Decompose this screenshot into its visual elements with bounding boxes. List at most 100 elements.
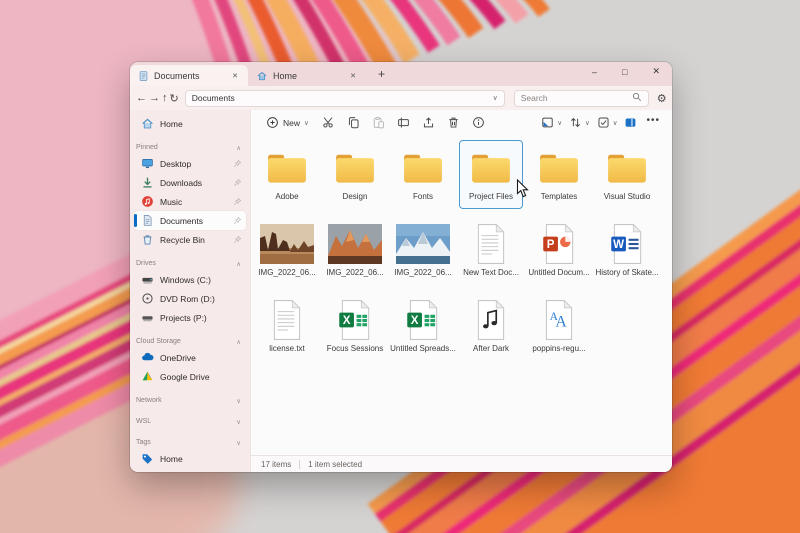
- folder-visual-studio[interactable]: Visual Studio: [595, 140, 659, 209]
- refresh-button[interactable]: ↻: [170, 92, 179, 105]
- document-icon: [141, 214, 154, 227]
- address-text: Documents: [191, 93, 235, 103]
- maximize-button[interactable]: □: [618, 65, 631, 79]
- drive-icon: [141, 311, 154, 324]
- folder-project-files[interactable]: Project Files: [459, 140, 523, 209]
- sidebar-section-pinned[interactable]: Pinned ∧: [134, 141, 246, 154]
- file-img-2022-06[interactable]: IMG_2022_06...: [255, 216, 319, 285]
- folder-templates[interactable]: Templates: [527, 140, 591, 209]
- sidebar-item-onedrive[interactable]: OneDrive: [134, 348, 246, 367]
- tab-documents[interactable]: Documents ✕: [130, 65, 248, 86]
- file-label: Untitled Docum...: [528, 268, 590, 277]
- sidebar-item-downloads[interactable]: Downloads: [134, 173, 246, 192]
- chevron-up-icon[interactable]: ∧: [236, 260, 241, 268]
- sidebar-section-wsl[interactable]: WSL ∨: [134, 415, 246, 428]
- file-img-2022-06[interactable]: IMG_2022_06...: [323, 216, 387, 285]
- sidebar-item-label: Google Drive: [160, 371, 210, 382]
- pin-icon[interactable]: [233, 216, 242, 225]
- svg-text:P: P: [547, 239, 555, 251]
- sidebar-item-projects-p[interactable]: Projects (P:): [134, 308, 246, 327]
- sort-icon: [569, 116, 582, 129]
- sidebar-section-network[interactable]: Network ∨: [134, 394, 246, 407]
- sort-button[interactable]: ∨: [569, 116, 590, 129]
- file-img-2022-06[interactable]: IMG_2022_06...: [391, 216, 455, 285]
- delete-button[interactable]: [443, 113, 464, 132]
- search-box[interactable]: [513, 89, 649, 107]
- search-icon: [632, 89, 642, 107]
- sidebar-item-recycle-bin[interactable]: Recycle Bin: [134, 230, 246, 249]
- chevron-down-icon[interactable]: ∨: [236, 439, 241, 447]
- sidebar-item-label: Music: [160, 196, 183, 207]
- close-tab-icon[interactable]: ✕: [346, 70, 360, 82]
- chevron-down-icon[interactable]: ∨: [493, 94, 498, 102]
- desktop: Documents ✕ Home ✕ + – □ ✕ ← → ↑ ↻ Docum…: [0, 0, 800, 533]
- pin-icon[interactable]: [233, 235, 242, 244]
- new-tab-button[interactable]: +: [370, 67, 393, 81]
- minimize-button[interactable]: –: [588, 65, 601, 79]
- chevron-down-icon[interactable]: ∨: [236, 418, 241, 426]
- file-poppins-regu[interactable]: A Apoppins-regu...: [527, 292, 591, 361]
- folder-icon: [470, 144, 512, 191]
- details-pane-button[interactable]: [624, 116, 637, 129]
- rename-button[interactable]: [393, 113, 414, 132]
- sidebar-item-windows-c[interactable]: Windows (C:): [134, 270, 246, 289]
- share-button[interactable]: [418, 113, 439, 132]
- pin-icon[interactable]: [233, 178, 242, 187]
- folder-fonts[interactable]: Fonts: [391, 140, 455, 209]
- address-bar[interactable]: Documents ∨: [184, 89, 505, 107]
- chevron-down-icon[interactable]: ∨: [236, 397, 241, 405]
- folder-adobe[interactable]: Adobe: [255, 140, 319, 209]
- file-license-txt[interactable]: license.txt: [255, 292, 319, 361]
- sidebar-section-drives[interactable]: Drives ∧: [134, 257, 246, 270]
- pin-icon[interactable]: [233, 197, 242, 206]
- sidebar-item-dvd-rom-d[interactable]: DVD Rom (D:): [134, 289, 246, 308]
- textdoc-icon: [271, 296, 303, 343]
- file-history-of-skate[interactable]: W History of Skate...: [595, 216, 659, 285]
- tab-home[interactable]: Home ✕: [248, 65, 366, 86]
- home-tab-icon: [256, 70, 268, 82]
- info-icon: [472, 116, 485, 129]
- sidebar-item-label: Documents: [160, 215, 203, 226]
- pin-icon[interactable]: [233, 159, 242, 168]
- sidebar-item-home[interactable]: Home: [134, 449, 246, 468]
- status-bar: 17 items 1 item selected: [251, 455, 672, 472]
- more-options-button[interactable]: •••: [644, 115, 662, 131]
- new-button[interactable]: New ∨: [261, 114, 314, 131]
- photo-desert-icon: [260, 220, 314, 267]
- powerpoint-icon: P: [542, 220, 576, 267]
- forward-button[interactable]: →: [149, 92, 160, 104]
- copy-button[interactable]: [343, 113, 364, 132]
- chevron-down-icon: ∨: [612, 119, 618, 127]
- sidebar-section-label: Network: [136, 397, 162, 404]
- sidebar-section-cloud-storage[interactable]: Cloud Storage ∧: [134, 335, 246, 348]
- sidebar-item-music[interactable]: Music: [134, 192, 246, 211]
- sidebar-item-desktop[interactable]: Desktop: [134, 154, 246, 173]
- chevron-up-icon[interactable]: ∧: [236, 144, 241, 152]
- file-after-dark[interactable]: After Dark: [459, 292, 523, 361]
- sidebar-item-home[interactable]: Home: [134, 114, 246, 133]
- share-icon: [422, 116, 435, 129]
- layout-button[interactable]: ∨: [541, 116, 562, 129]
- file-label: After Dark: [472, 344, 509, 353]
- settings-gear-icon[interactable]: ⚙: [657, 92, 667, 105]
- close-button[interactable]: ✕: [648, 64, 664, 79]
- sidebar-section-label: Cloud Storage: [136, 338, 181, 345]
- folder-design[interactable]: Design: [323, 140, 387, 209]
- file-focus-sessions[interactable]: X Focus Sessions: [323, 292, 387, 361]
- sidebar-item-documents[interactable]: Documents: [134, 211, 246, 230]
- file-untitled-spreads[interactable]: X Untitled Spreads...: [390, 292, 456, 361]
- close-tab-icon[interactable]: ✕: [228, 70, 242, 82]
- properties-button[interactable]: [468, 113, 489, 132]
- toolbar: New ∨ ∨ ∨ ∨ •••: [251, 110, 672, 135]
- file-new-text-doc[interactable]: New Text Doc...: [459, 216, 523, 285]
- search-input[interactable]: [520, 93, 632, 103]
- navigation-bar: ← → ↑ ↻ Documents ∨ ⚙: [130, 86, 672, 110]
- sidebar-section-tags[interactable]: Tags ∨: [134, 436, 246, 449]
- back-button[interactable]: ←: [136, 92, 147, 104]
- up-button[interactable]: ↑: [162, 92, 168, 104]
- sidebar-item-google-drive[interactable]: Google Drive: [134, 367, 246, 386]
- view-options-button[interactable]: ∨: [597, 116, 618, 129]
- file-untitled-docum[interactable]: P Untitled Docum...: [527, 216, 591, 285]
- cut-button[interactable]: [318, 113, 339, 132]
- chevron-up-icon[interactable]: ∧: [236, 338, 241, 346]
